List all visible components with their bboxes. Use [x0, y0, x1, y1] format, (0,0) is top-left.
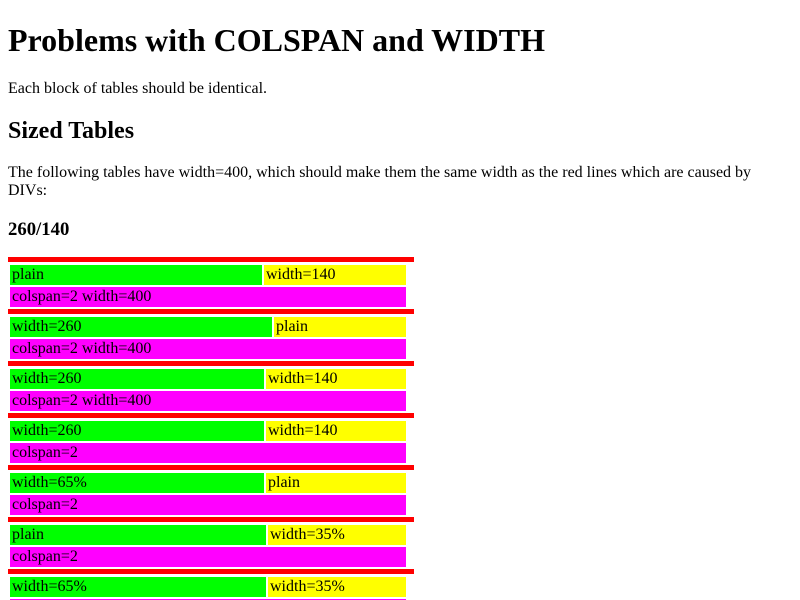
table-cell-colspan: colspan=2	[10, 495, 406, 515]
table-cell-right: plain	[266, 473, 406, 493]
red-divider-line	[8, 361, 414, 366]
red-divider-line	[8, 517, 414, 522]
section-description: The following tables have width=400, whi…	[8, 164, 752, 199]
red-divider-line	[8, 569, 414, 574]
intro-text: Each block of tables should be identical…	[8, 80, 268, 97]
red-divider-line	[8, 257, 414, 262]
red-divider-line	[8, 413, 414, 418]
table-cell-colspan: colspan=2 width=400	[10, 287, 406, 307]
table-cell-left: width=260	[10, 421, 264, 441]
table-cell-right: width=140	[266, 369, 406, 389]
table-cell-right: width=140	[264, 265, 406, 285]
page-title: Problems with COLSPAN and WIDTH	[8, 22, 545, 58]
red-divider-line	[8, 465, 414, 470]
table-cell-colspan: colspan=2 width=400	[10, 391, 406, 411]
table-cell-colspan: colspan=2 width=400	[10, 339, 406, 359]
table-cell-right: width=140	[266, 421, 406, 441]
table-cell-right: plain	[274, 317, 406, 337]
table-cell-left: width=260	[10, 369, 264, 389]
table-cell-left: plain	[10, 525, 266, 545]
table-cell-colspan: colspan=2	[10, 547, 406, 567]
table-cell-colspan: colspan=2	[10, 443, 406, 463]
table-cell-left: width=260	[10, 317, 272, 337]
red-divider-line	[8, 309, 414, 314]
table-cell-left: width=65%	[10, 473, 264, 493]
section-title: Sized Tables	[8, 118, 135, 144]
table-cell-left: plain	[10, 265, 262, 285]
table-cell-right: width=35%	[268, 525, 406, 545]
subsection-title: 260/140	[8, 219, 70, 240]
table-cell-left: width=65%	[10, 577, 266, 597]
table-cell-right: width=35%	[268, 577, 406, 597]
